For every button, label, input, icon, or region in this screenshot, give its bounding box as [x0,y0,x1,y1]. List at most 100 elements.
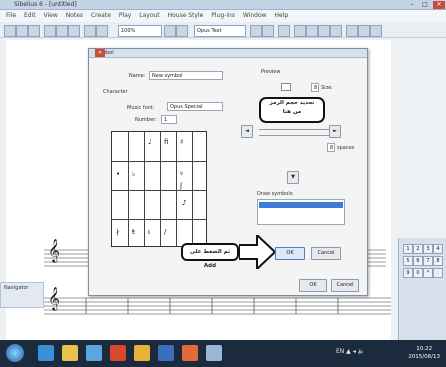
arrow-right-button[interactable]: ► [329,125,341,138]
mixer-icon[interactable] [318,25,330,37]
glyph-cell[interactable]: ʃ [180,182,182,190]
chrome-icon[interactable] [134,345,150,361]
keypad-key[interactable]: 4 [433,244,443,254]
keypad-key[interactable]: 7 [423,256,433,266]
size-input[interactable]: 8 [311,83,319,92]
app-icon[interactable] [86,345,102,361]
menu-plugins[interactable]: Plug-ins [211,12,235,19]
note-spaces-input[interactable]: 8 [327,143,335,152]
properties-icon[interactable] [346,25,358,37]
clock[interactable]: 10:22 2015/08/13 [408,345,440,361]
sibelius-icon[interactable] [206,345,222,361]
symbol-dialog: Symbol ✕ Name: New symbol Preview Charac… [88,48,368,296]
dialog-cancel-button[interactable]: Cancel [331,279,359,292]
glyph-cell[interactable]: ♭ [132,170,135,178]
cut-icon[interactable] [84,25,96,37]
stop-icon[interactable] [262,25,274,37]
dialog-ok-button[interactable]: OK [299,279,327,292]
word-icon[interactable] [158,345,174,361]
glyph-cell[interactable]: / [164,228,166,236]
print-icon[interactable] [44,25,56,37]
keypad-key[interactable]: * [423,268,433,278]
menu-layout[interactable]: Layout [139,12,159,19]
symbols-listbox[interactable] [257,199,345,225]
keypad-key[interactable]: 9 [403,268,413,278]
keypad-key[interactable]: 5 [403,256,413,266]
glyph-cell[interactable]: ♪ [182,199,186,207]
zoom-combo[interactable]: 100% [118,25,162,37]
play-icon[interactable] [250,25,262,37]
treble-clef-icon-2: 𝄞 [48,286,60,310]
window-titlebar: Sibelius 6 - [untitled] – □ ✕ [0,0,446,10]
ok-button[interactable]: OK [275,247,305,260]
zoom-out-icon[interactable] [176,25,188,37]
selected-list-item[interactable] [259,202,343,208]
menu-create[interactable]: Create [91,12,111,19]
size-slider-track[interactable] [259,129,329,130]
dialog-close-icon[interactable]: ✕ [95,49,105,57]
transport-icon[interactable] [370,25,382,37]
save-icon[interactable] [28,25,40,37]
character-grid[interactable]: ♩ ﬁ ♯ • ♭ ꝰ ʃ ♪ ∤ ŧ ι / [111,131,207,247]
keypad-key[interactable]: . [433,268,443,278]
glyph-cell[interactable]: ꝰ [180,170,183,179]
glyph-cell[interactable]: ﬁ [164,138,168,146]
minimize-button[interactable]: – [406,1,418,9]
glyph-cell[interactable]: ∤ [116,228,120,236]
keypad-key[interactable]: 0 [413,268,423,278]
character-label: Character [103,89,128,95]
treble-clef-icon: 𝄞 [48,238,60,262]
size-slider-track-2[interactable] [259,135,329,136]
menu-play[interactable]: Play [119,12,132,19]
glyph-cell[interactable]: ♯ [180,138,183,146]
menu-help[interactable]: Help [274,12,288,19]
menu-file[interactable]: File [6,12,16,19]
menu-notes[interactable]: Notes [66,12,83,19]
font-combo[interactable]: Opus Text [194,25,246,37]
undo-icon[interactable] [56,25,68,37]
glyph-cell[interactable]: • [116,170,120,178]
menu-view[interactable]: View [44,12,58,19]
name-input[interactable]: New symbol [149,71,223,80]
keypad-key[interactable]: 6 [413,256,423,266]
redo-icon[interactable] [68,25,80,37]
callout-line-2: من هنا [282,109,302,115]
keypad-key[interactable]: 3 [423,244,433,254]
music-font-select[interactable]: Opus Special [167,102,223,111]
glyph-cell[interactable]: ♩ [148,138,151,146]
folder-icon[interactable] [62,345,78,361]
ie-icon[interactable] [38,345,54,361]
glyph-cell[interactable]: ŧ [132,228,135,236]
add-instruction-callout: ثم الضغط على Add [181,243,239,269]
keypad-key[interactable]: 1 [403,244,413,254]
note-spaces-label: spaces [337,145,355,151]
maximize-button[interactable]: □ [419,1,431,9]
open-icon[interactable] [16,25,28,37]
copy-icon[interactable] [96,25,108,37]
menu-edit[interactable]: Edit [24,12,36,19]
size-instruction-callout: تحديد حجم الرمز من هنا [259,97,325,123]
start-button[interactable] [6,344,24,362]
new-icon[interactable] [4,25,16,37]
media-icon[interactable] [110,345,126,361]
system-tray[interactable]: EN ▲ ◂ 🔈 [336,348,365,355]
glyph-cell[interactable]: ι [148,228,150,236]
navigator-icon[interactable] [294,25,306,37]
arrow-down-button[interactable]: ▼ [287,171,299,184]
zoom-in-icon[interactable] [164,25,176,37]
navigator-panel[interactable]: Navigator [0,282,44,308]
help-icon[interactable] [278,25,290,37]
keypad-key[interactable]: 8 [433,256,443,266]
number-input[interactable]: 1 [161,115,177,124]
keypad-key[interactable]: 2 [413,244,423,254]
powerpoint-icon[interactable] [182,345,198,361]
menu-window[interactable]: Window [243,12,267,19]
ideas-icon[interactable] [358,25,370,37]
arrow-left-button[interactable]: ◄ [241,125,253,138]
video-icon[interactable] [330,25,342,37]
cancel-button[interactable]: Cancel [311,247,341,260]
menu-house-style[interactable]: House Style [168,12,204,19]
navigator-label: Navigator [4,285,29,291]
keypad-icon[interactable] [306,25,318,37]
close-button[interactable]: ✕ [433,1,445,9]
